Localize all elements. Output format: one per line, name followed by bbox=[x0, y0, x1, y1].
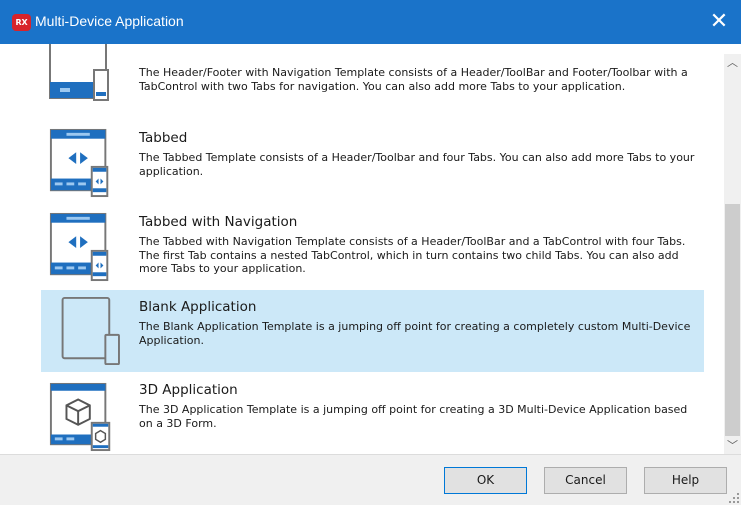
title-bar: RX Multi-Device Application ✕ bbox=[0, 0, 741, 44]
cancel-button[interactable]: Cancel bbox=[544, 467, 627, 494]
tabbed-template-icon bbox=[49, 128, 109, 198]
blank-application-icon bbox=[61, 296, 120, 366]
template-description: The Header/Footer with Navigation Templa… bbox=[139, 66, 688, 93]
template-description: The Tabbed with Navigation Template cons… bbox=[139, 235, 686, 275]
window-title: Multi-Device Application bbox=[35, 13, 184, 29]
ok-button[interactable]: OK bbox=[444, 467, 527, 494]
vertical-scrollbar[interactable]: ︿ ﹀ bbox=[724, 54, 741, 454]
help-button[interactable]: Help bbox=[644, 467, 727, 494]
list-item-3d-application[interactable]: 3D Application The 3D Application Templa… bbox=[8, 376, 724, 454]
app-logo-icon: RX bbox=[12, 14, 31, 31]
template-description: The 3D Application Template is a jumping… bbox=[139, 403, 688, 430]
header-footer-navigation-icon bbox=[49, 44, 109, 101]
scroll-up-icon[interactable]: ︿ bbox=[724, 54, 741, 71]
resize-grip-icon[interactable] bbox=[729, 493, 739, 503]
list-item-tabbed-navigation[interactable]: Tabbed with Navigation The Tabbed with N… bbox=[8, 209, 724, 287]
list-item-blank-application[interactable]: Blank Application The Blank Application … bbox=[41, 290, 704, 372]
template-title: Tabbed bbox=[139, 130, 188, 146]
list-item-tabbed[interactable]: Tabbed The Tabbed Template consists of a… bbox=[8, 124, 724, 204]
scroll-thumb[interactable] bbox=[725, 204, 740, 436]
3d-application-icon bbox=[49, 382, 111, 452]
template-title: 3D Application bbox=[139, 382, 238, 398]
template-title: Blank Application bbox=[139, 299, 257, 315]
scroll-down-icon[interactable]: ﹀ bbox=[724, 437, 741, 454]
template-description: The Tabbed Template consists of a Header… bbox=[139, 151, 695, 178]
template-title: Tabbed with Navigation bbox=[139, 214, 298, 230]
template-description: The Blank Application Template is a jump… bbox=[139, 320, 691, 347]
list-item-header-footer-navigation[interactable]: The Header/Footer with Navigation Templa… bbox=[8, 44, 724, 114]
close-button[interactable]: ✕ bbox=[697, 0, 741, 44]
tabbed-navigation-template-icon bbox=[49, 212, 109, 282]
dialog-footer: OK Cancel Help bbox=[0, 454, 741, 505]
template-list: The Header/Footer with Navigation Templa… bbox=[8, 44, 724, 454]
